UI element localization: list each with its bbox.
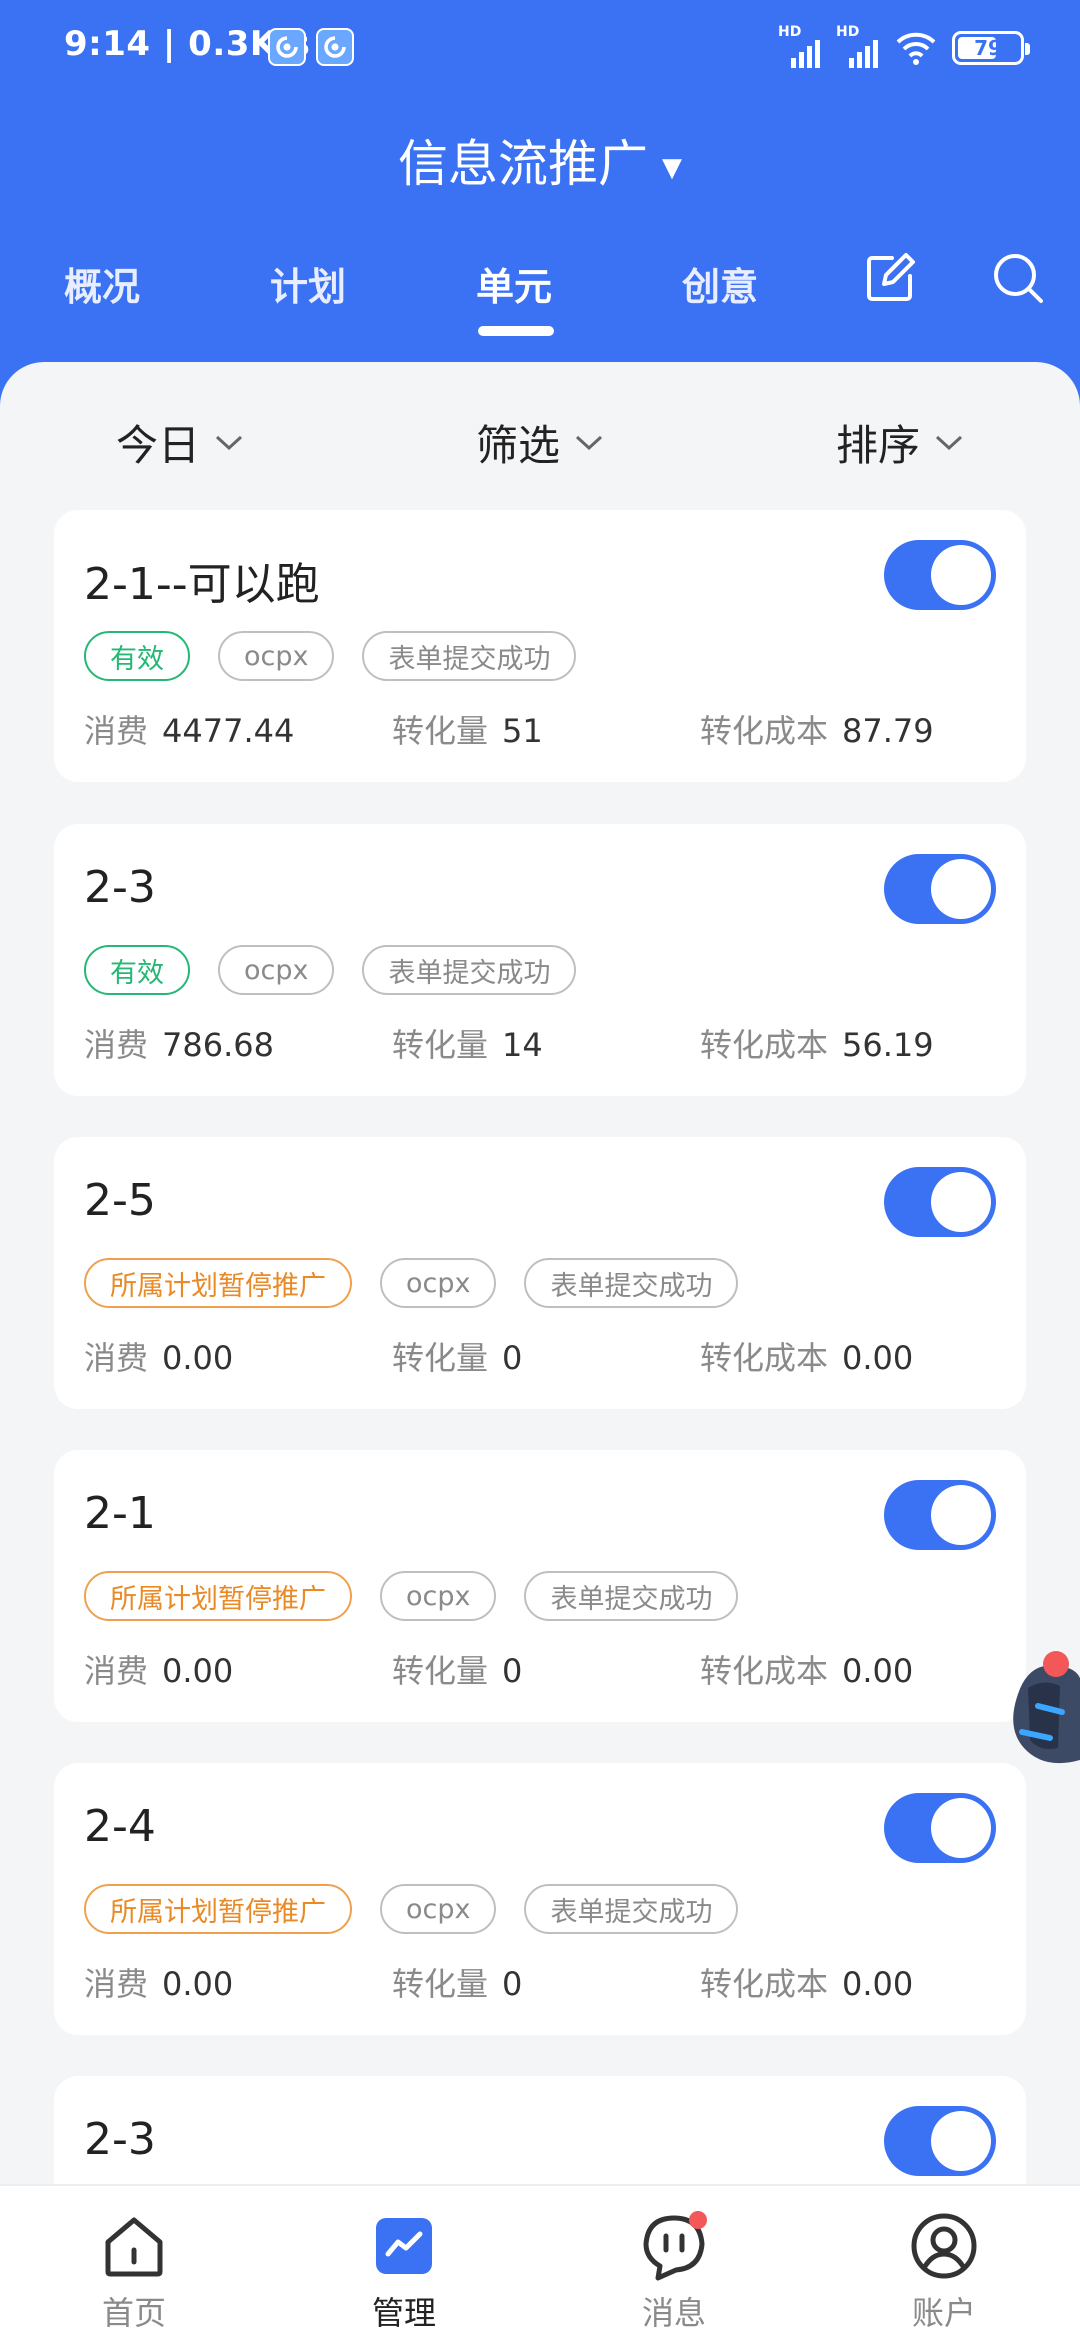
bid-type-badge: ocpx <box>380 1571 497 1621</box>
edit-icon[interactable] <box>862 250 918 306</box>
status-badge: 有效 <box>84 631 190 681</box>
signal-icon: HD <box>836 24 880 68</box>
cpa-metric: 转化成本 87.79 <box>700 712 934 750</box>
filter-dropdown[interactable]: 筛选 <box>476 412 604 473</box>
nav-messages[interactable]: 消息 <box>584 2210 764 2334</box>
manage-icon <box>376 2218 432 2274</box>
unit-toggle[interactable] <box>884 854 996 924</box>
cpa-metric: 转化成本 0.00 <box>700 1652 914 1690</box>
home-icon <box>105 2217 163 2277</box>
account-icon <box>911 2213 977 2279</box>
conversions-metric: 转化量 0 <box>392 1965 523 2003</box>
bottom-nav: 首页 管理 消息 账户 <box>0 2184 1080 2340</box>
cost-metric: 消费 786.68 <box>84 1026 274 1064</box>
goal-badge: 表单提交成功 <box>362 631 577 681</box>
bid-type-badge: ocpx <box>380 1884 497 1934</box>
unit-card[interactable]: 2-1--可以跑 有效 ocpx 表单提交成功 消费 4477.44 转化量 51 … <box>54 510 1026 782</box>
cpa-metric: 转化成本 56.19 <box>700 1026 934 1064</box>
nav-manage[interactable]: 管理 <box>314 2210 494 2334</box>
unit-card[interactable]: 2-3 有效 ocpx 表单提交成功 消费 786.68 转化量 14 转化成本 56… <box>54 824 1026 1096</box>
wifi-icon <box>896 32 936 65</box>
status-badge: 有效 <box>84 945 190 995</box>
unit-toggle[interactable] <box>884 1793 996 1863</box>
filter-bar: 今日 筛选 排序 <box>0 362 1080 512</box>
unit-name: 2-3 <box>84 862 156 913</box>
bid-type-badge: ocpx <box>218 631 335 681</box>
cost-metric: 消费 0.00 <box>84 1965 234 2003</box>
weather-app-icon <box>316 28 354 66</box>
notification-dot <box>689 2211 707 2229</box>
caret-down-icon: ▼ <box>662 152 682 183</box>
bid-type-badge: ocpx <box>218 945 335 995</box>
cost-metric: 消费 0.00 <box>84 1652 234 1690</box>
page-title[interactable]: 信息流推广 ▼ <box>0 124 1080 196</box>
unit-toggle[interactable] <box>884 1480 996 1550</box>
status-badge: 所属计划暂停推广 <box>84 1571 352 1621</box>
unit-name: 2-4 <box>84 1801 156 1852</box>
tab-overview[interactable]: 概况 <box>64 256 140 311</box>
unit-toggle[interactable] <box>884 2106 996 2176</box>
date-filter[interactable]: 今日 <box>116 412 244 473</box>
goal-badge: 表单提交成功 <box>524 1884 739 1934</box>
cost-metric: 消费 4477.44 <box>84 712 295 750</box>
tab-creatives[interactable]: 创意 <box>682 256 758 311</box>
unit-name: 2-1 <box>84 1488 156 1539</box>
cpa-metric: 转化成本 0.00 <box>700 1339 914 1377</box>
battery-icon: 79 <box>952 31 1030 65</box>
goal-badge: 表单提交成功 <box>524 1258 739 1308</box>
unit-name: 2-1--可以跑 <box>84 559 320 610</box>
active-tab-indicator <box>478 326 554 336</box>
conversions-metric: 转化量 0 <box>392 1339 523 1377</box>
cost-metric: 消费 0.00 <box>84 1339 234 1377</box>
unit-card[interactable]: 2-5 所属计划暂停推广 ocpx 表单提交成功 消费 0.00 转化量 0 转化成… <box>54 1137 1026 1409</box>
nav-account[interactable]: 账户 <box>854 2210 1034 2334</box>
conversions-metric: 转化量 14 <box>392 1026 543 1064</box>
sort-dropdown[interactable]: 排序 <box>836 412 964 473</box>
conversions-metric: 转化量 51 <box>392 712 543 750</box>
status-bar: 9:14 | 0.3K/s HD HD 79 <box>0 0 1080 96</box>
tab-units[interactable]: 单元 <box>476 256 552 311</box>
unit-card[interactable]: 2-4 所属计划暂停推广 ocpx 表单提交成功 消费 0.00 转化量 0 转化成… <box>54 1763 1026 2035</box>
unit-toggle[interactable] <box>884 1167 996 1237</box>
bid-type-badge: ocpx <box>380 1258 497 1308</box>
status-badge: 所属计划暂停推广 <box>84 1884 352 1934</box>
goal-badge: 表单提交成功 <box>524 1571 739 1621</box>
unit-card[interactable]: 2-1 所属计划暂停推广 ocpx 表单提交成功 消费 0.00 转化量 0 转化成… <box>54 1450 1026 1722</box>
unit-toggle[interactable] <box>884 540 996 610</box>
message-icon <box>643 2211 707 2281</box>
chevron-down-icon <box>576 435 603 450</box>
chevron-down-icon <box>216 435 243 450</box>
chevron-down-icon <box>936 435 963 450</box>
search-icon[interactable] <box>990 250 1046 306</box>
goal-badge: 表单提交成功 <box>362 945 577 995</box>
status-badge: 所属计划暂停推广 <box>84 1258 352 1308</box>
nav-home[interactable]: 首页 <box>44 2210 224 2334</box>
weather-app-icon <box>268 28 306 66</box>
signal-icon: HD <box>778 24 822 68</box>
unit-name: 2-5 <box>84 1175 156 1226</box>
cpa-metric: 转化成本 0.00 <box>700 1965 914 2003</box>
tab-bar: 概况 计划 单元 创意 <box>0 248 1080 348</box>
assistant-float-icon[interactable] <box>1004 1648 1080 1768</box>
conversions-metric: 转化量 0 <box>392 1652 523 1690</box>
unit-card[interactable]: 2-3 <box>54 2076 1026 2184</box>
unit-list-panel: 今日 筛选 排序 2-1--可以跑 有效 ocpx 表单提交成功 消费 4477.… <box>0 362 1080 2184</box>
header-bar: 9:14 | 0.3K/s HD HD 79 信息流推广 ▼ 概况 计划 单元 … <box>0 0 1080 420</box>
tab-plans[interactable]: 计划 <box>270 256 346 311</box>
unit-name: 2-3 <box>84 2114 156 2165</box>
